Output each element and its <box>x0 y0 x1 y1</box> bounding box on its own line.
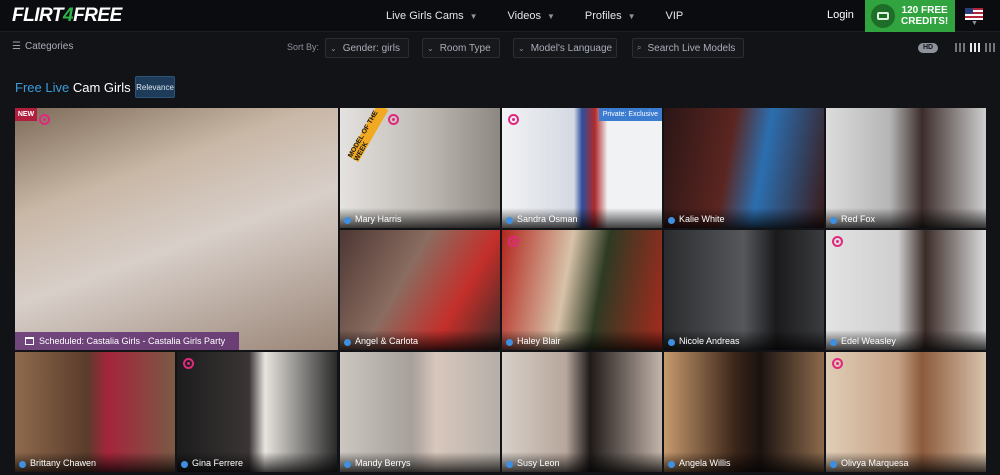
chevron-down-icon: ▼ <box>546 11 555 21</box>
grid-small-icon[interactable] <box>955 43 965 52</box>
online-status-icon <box>668 461 675 468</box>
list-icon: ☰ <box>12 41 21 52</box>
live-icon <box>183 358 194 369</box>
model-name: Gina Ferrere <box>177 452 337 472</box>
model-name: Mandy Berrys <box>340 452 500 472</box>
model-name: Sandra Osman <box>502 208 662 228</box>
model-tile[interactable]: Mandy Berrys <box>340 352 500 472</box>
online-status-icon <box>344 339 351 346</box>
private-exclusive-badge: Private: Exclusive <box>598 108 662 121</box>
relevance-sort-button[interactable]: Relevance <box>135 76 175 98</box>
online-status-icon <box>668 339 675 346</box>
model-tile[interactable]: Edel Weasley <box>826 230 986 350</box>
model-tile[interactable]: Olivya Marquesa <box>826 352 986 472</box>
site-logo[interactable]: FLIRT4FREE <box>12 5 122 27</box>
chevron-down-icon: ⌄ <box>518 43 525 53</box>
online-status-icon <box>344 461 351 468</box>
online-status-icon <box>830 461 837 468</box>
login-link[interactable]: Login <box>827 9 854 21</box>
nav-videos[interactable]: Videos ▼ <box>508 10 555 22</box>
model-name: Brittany Chawen <box>15 452 175 472</box>
model-name: Edel Weasley <box>826 330 986 350</box>
nav-vip[interactable]: VIP <box>666 10 684 22</box>
model-name: Haley Blair <box>502 330 662 350</box>
search-icon: ⌕ <box>637 43 642 52</box>
model-tile[interactable]: Gina Ferrere <box>177 352 337 472</box>
live-icon <box>508 114 519 125</box>
categories-toggle[interactable]: ☰ Categories <box>12 41 73 52</box>
model-tile[interactable]: Brittany Chawen <box>15 352 175 472</box>
grid-large-icon[interactable] <box>985 43 995 52</box>
filter-bar: ☰ Categories Sort By: ⌄ Gender: girls ⌄ Roo… <box>0 33 1000 63</box>
model-tile[interactable]: Angela Willis <box>664 352 824 472</box>
free-credits-button[interactable]: 120 FREE CREDITS! <box>865 0 955 32</box>
model-tile[interactable]: Red Fox <box>826 108 986 228</box>
online-status-icon <box>506 339 513 346</box>
gender-filter[interactable]: ⌄ Gender: girls <box>325 38 409 58</box>
model-name: Mary Harris <box>340 208 500 228</box>
chevron-down-icon: ▼ <box>627 11 636 21</box>
model-name: Angela Willis <box>664 452 824 472</box>
model-thumbnail <box>15 108 338 350</box>
model-tile[interactable]: NEW Scheduled: Castalia Girls - Castalia… <box>15 108 338 350</box>
model-name: Nicole Andreas <box>664 330 824 350</box>
model-name: Kalie White <box>664 208 824 228</box>
room-type-filter[interactable]: ⌄ Room Type <box>422 38 500 58</box>
scheduled-show-label: Scheduled: Castalia Girls - Castalia Gir… <box>15 332 239 350</box>
model-tile[interactable]: Haley Blair <box>502 230 662 350</box>
calendar-icon <box>25 337 34 345</box>
model-tile[interactable]: MODEL OF THE WEEK Mary Harris <box>340 108 500 228</box>
model-tile[interactable]: Kalie White <box>664 108 824 228</box>
credits-icon <box>871 4 895 28</box>
model-tile[interactable]: Susy Leon <box>502 352 662 472</box>
nav-profiles[interactable]: Profiles ▼ <box>585 10 636 22</box>
online-status-icon <box>181 461 188 468</box>
top-navigation-bar: FLIRT4FREE Live Girls Cams ▼ Videos ▼ Prof… <box>0 0 1000 32</box>
online-status-icon <box>506 461 513 468</box>
live-icon <box>39 114 50 125</box>
online-status-icon <box>344 217 351 224</box>
online-status-icon <box>830 217 837 224</box>
live-icon <box>508 236 519 247</box>
page-title: Free Live Cam Girls <box>15 80 131 95</box>
online-status-icon <box>506 217 513 224</box>
credits-line-1: 120 FREE <box>901 5 948 16</box>
model-name: Olivya Marquesa <box>826 452 986 472</box>
chevron-down-icon: ⌄ <box>427 43 434 53</box>
live-icon <box>832 358 843 369</box>
credits-line-2: CREDITS! <box>901 16 949 27</box>
chevron-down-icon[interactable]: ▼ <box>971 20 978 27</box>
new-badge: NEW <box>15 108 37 121</box>
live-icon <box>832 236 843 247</box>
model-tile[interactable]: Angel & Carlota <box>340 230 500 350</box>
grid-medium-icon[interactable] <box>970 43 980 52</box>
nav-live-girls-cams[interactable]: Live Girls Cams ▼ <box>386 10 478 22</box>
live-icon <box>388 114 399 125</box>
online-status-icon <box>668 217 675 224</box>
model-name: Angel & Carlota <box>340 330 500 350</box>
chevron-down-icon: ⌄ <box>330 43 337 53</box>
hd-toggle[interactable]: HD <box>918 43 938 53</box>
us-flag-icon[interactable] <box>965 8 983 20</box>
chevron-down-icon: ▼ <box>469 11 478 21</box>
online-status-icon <box>830 339 837 346</box>
main-nav: Live Girls Cams ▼ Videos ▼ Profiles ▼ VIP <box>386 0 713 32</box>
sort-by-label: Sort By: <box>287 42 320 52</box>
model-name: Susy Leon <box>502 452 662 472</box>
model-tile[interactable]: Nicole Andreas <box>664 230 824 350</box>
model-tile[interactable]: Private: Exclusive Sandra Osman <box>502 108 662 228</box>
model-name: Red Fox <box>826 208 986 228</box>
search-input[interactable]: ⌕ Search Live Models <box>632 38 744 58</box>
online-status-icon <box>19 461 26 468</box>
language-filter[interactable]: ⌄ Model's Language <box>513 38 617 58</box>
